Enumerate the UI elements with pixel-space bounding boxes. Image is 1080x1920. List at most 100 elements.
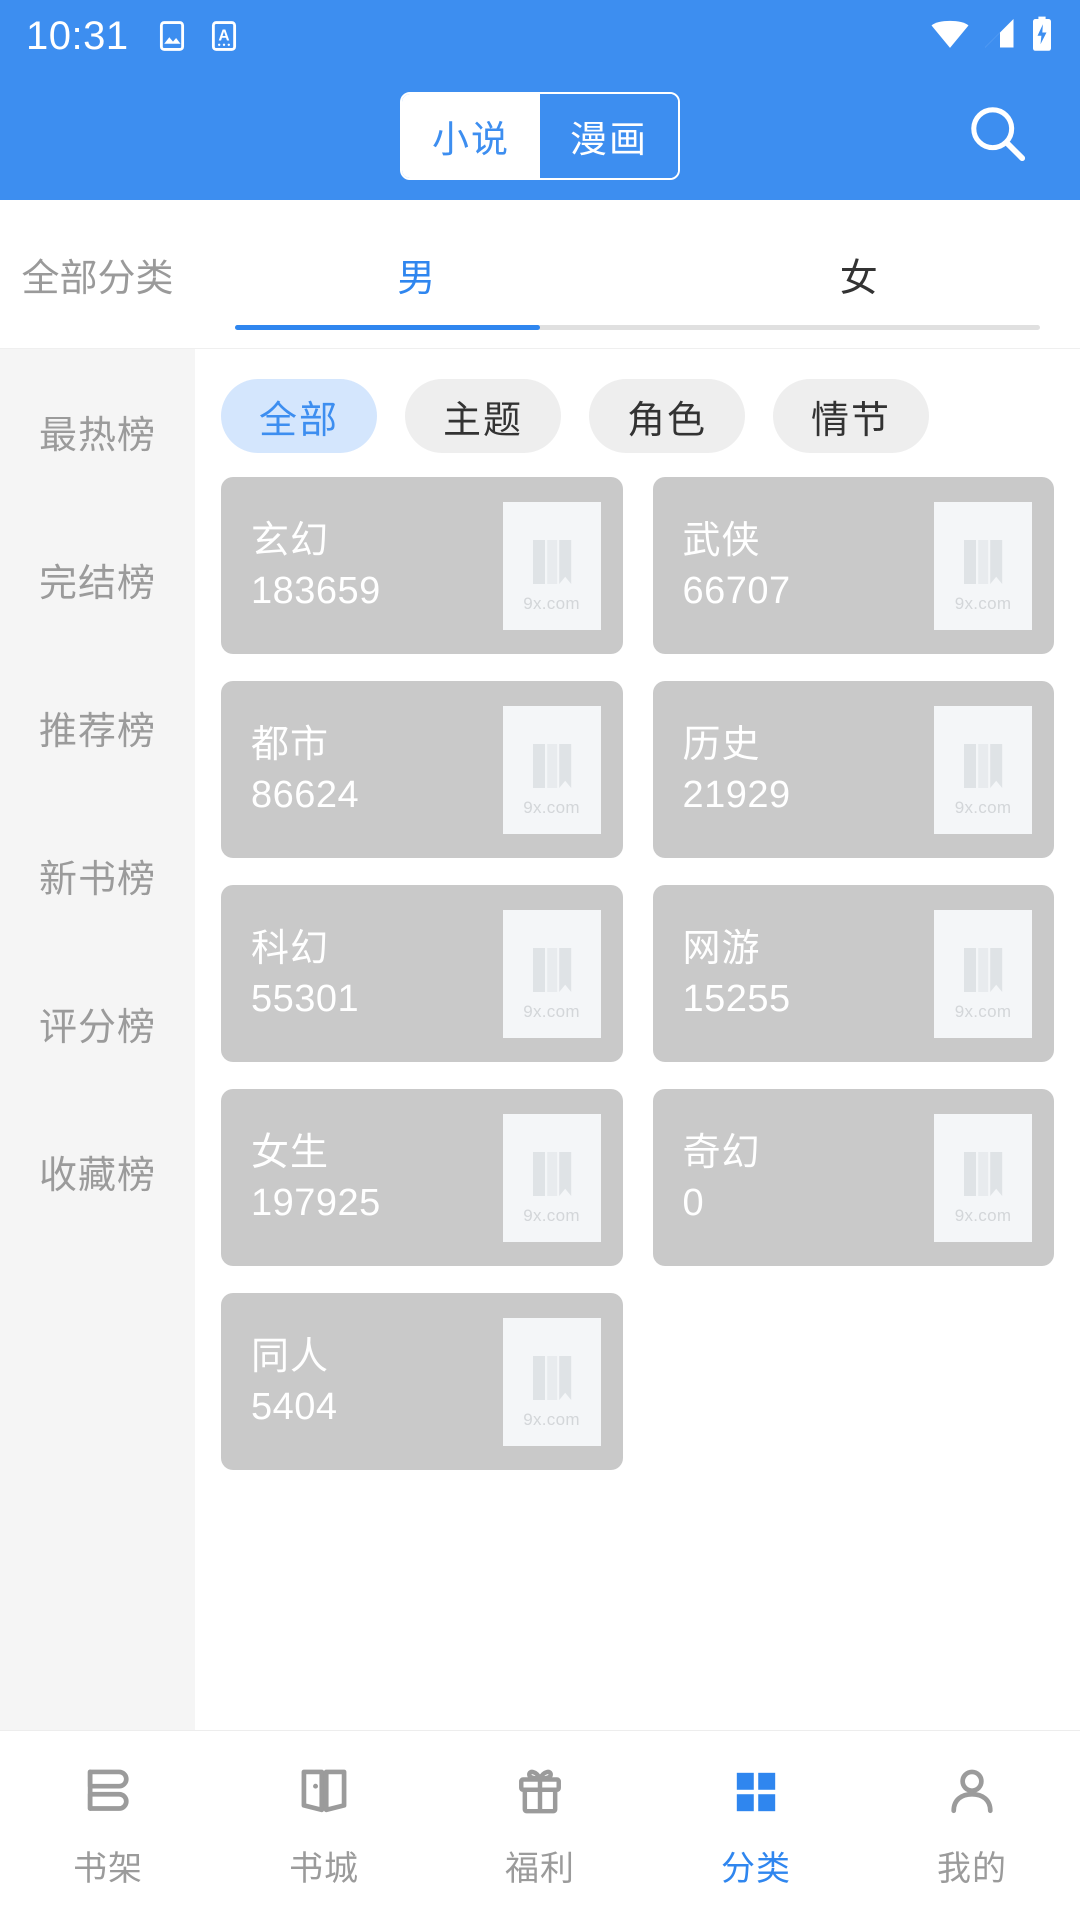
- category-card-name: 科幻: [251, 927, 330, 970]
- chip-all[interactable]: 全部: [221, 379, 378, 453]
- nav-label-bookshelf: 书架: [73, 1850, 143, 1888]
- search-icon: [965, 101, 1031, 172]
- chip-role[interactable]: 角色: [589, 379, 746, 453]
- tab-underline-indicator: [235, 325, 540, 330]
- category-card-name: 同人: [251, 1335, 330, 1378]
- nav-label-category: 分类: [721, 1850, 791, 1888]
- nav-label-bookstore: 书城: [289, 1850, 359, 1888]
- open-book-icon: [295, 1761, 353, 1823]
- nav-item-bookshelf[interactable]: 书架: [0, 1761, 216, 1890]
- category-card-text: 都市 86624: [251, 726, 359, 814]
- category-card-count: 66707: [682, 569, 791, 612]
- battery-charging-icon: [1030, 16, 1054, 57]
- thumbnail-watermark: 9x.com: [954, 1205, 1012, 1225]
- category-card-count: 197925: [251, 1181, 381, 1224]
- category-card-thumbnail: 9x.com: [934, 501, 1032, 630]
- app-root: 10:31 A 小说 漫画 全部分类 男 女 最热榜 完结榜 推荐榜 新书榜 评…: [0, 0, 1080, 1920]
- sidebar-item-new-books[interactable]: 新书榜: [0, 801, 195, 949]
- sidebar-item-favorites[interactable]: 收藏榜: [0, 1097, 195, 1245]
- font-a-icon: A: [207, 19, 241, 53]
- content-type-segmented-control[interactable]: 小说 漫画: [400, 92, 680, 180]
- category-card-thumbnail: 9x.com: [934, 909, 1032, 1038]
- nav-item-bookstore[interactable]: 书城: [216, 1761, 432, 1890]
- segment-novel[interactable]: 小说: [402, 94, 540, 178]
- category-card-count: 21929: [682, 773, 791, 816]
- category-card-fantasy[interactable]: 玄幻 183659 9x.com: [221, 477, 623, 654]
- image-icon: [155, 19, 189, 53]
- category-card-count: 86624: [251, 773, 360, 816]
- search-button[interactable]: [960, 98, 1036, 174]
- thumbnail-watermark: 9x.com: [523, 1001, 580, 1021]
- category-card-thumbnail: 9x.com: [502, 909, 601, 1038]
- sidebar-item-completed[interactable]: 完结榜: [0, 505, 195, 653]
- category-card-text: 科幻 55301: [251, 930, 359, 1018]
- category-card-female[interactable]: 女生 197925 9x.com: [221, 1089, 623, 1266]
- thumbnail-watermark: 9x.com: [523, 1409, 580, 1429]
- category-card-urban[interactable]: 都市 86624 9x.com: [221, 681, 623, 858]
- sidebar-item-rating[interactable]: 评分榜: [0, 949, 195, 1097]
- category-card-thumbnail: 9x.com: [502, 501, 601, 630]
- nav-label-welfare: 福利: [505, 1850, 575, 1888]
- category-card-thumbnail: 9x.com: [934, 705, 1032, 834]
- book-placeholder-icon: [532, 743, 571, 788]
- category-card-online-game[interactable]: 网游 15255 9x.com: [652, 885, 1054, 1062]
- sidebar-item-hottest[interactable]: 最热榜: [0, 357, 195, 505]
- category-card-grid: 玄幻 183659 9x.com 武侠 66707 9x.com 都市 86624 9x.com…: [221, 477, 1054, 1470]
- chip-plot[interactable]: 情节: [773, 379, 930, 453]
- chip-theme[interactable]: 主题: [405, 379, 562, 453]
- filter-chip-row: 全部 主题 角色 情节: [221, 349, 1054, 477]
- all-categories-label[interactable]: 全部分类: [0, 200, 195, 348]
- category-card-name: 历史: [682, 723, 761, 766]
- nav-item-welfare[interactable]: 福利: [432, 1761, 648, 1890]
- category-card-history[interactable]: 历史 21929 9x.com: [652, 681, 1054, 858]
- book-placeholder-icon: [964, 743, 1003, 788]
- person-icon: [943, 1761, 1001, 1823]
- book-placeholder-icon: [964, 539, 1003, 584]
- wifi-icon: [930, 17, 970, 56]
- nav-label-mine: 我的: [937, 1850, 1007, 1888]
- bookshelf-icon: [79, 1761, 137, 1823]
- ranking-sidebar[interactable]: 最热榜 完结榜 推荐榜 新书榜 评分榜 收藏榜: [0, 349, 195, 1730]
- category-card-scifi[interactable]: 科幻 55301 9x.com: [221, 885, 623, 1062]
- category-card-count: 0: [682, 1181, 705, 1224]
- category-card-count: 55301: [251, 977, 360, 1020]
- segment-comic[interactable]: 漫画: [540, 94, 678, 178]
- status-bar-clock: 10:31: [26, 14, 129, 58]
- category-card-name: 女生: [251, 1131, 330, 1174]
- category-card-text: 网游 15255: [683, 930, 791, 1018]
- category-card-name: 武侠: [682, 519, 761, 562]
- book-placeholder-icon: [964, 1151, 1003, 1196]
- category-card-text: 女生 197925: [251, 1134, 381, 1222]
- nav-item-category[interactable]: 分类: [648, 1761, 864, 1890]
- category-card-text: 奇幻 0: [683, 1134, 761, 1222]
- status-bar-system-icons: [930, 16, 1054, 57]
- category-card-count: 15255: [682, 977, 791, 1020]
- category-card-name: 都市: [251, 723, 330, 766]
- app-header: 小说 漫画: [0, 72, 1080, 200]
- category-card-thumbnail: 9x.com: [502, 705, 601, 834]
- thumbnail-watermark: 9x.com: [523, 1205, 580, 1225]
- category-card-mythic[interactable]: 奇幻 0 9x.com: [652, 1089, 1054, 1266]
- category-content: 全部 主题 角色 情节 玄幻 183659 9x.com 武侠 66707 9x.com 都…: [195, 349, 1080, 1730]
- status-bar-notification-icons: A: [155, 19, 241, 53]
- category-card-wuxia[interactable]: 武侠 66707 9x.com: [652, 477, 1054, 654]
- svg-text:A: A: [218, 27, 229, 44]
- category-card-thumbnail: 9x.com: [502, 1113, 601, 1242]
- category-card-name: 奇幻: [682, 1131, 761, 1174]
- gender-tabs: 男 女: [195, 200, 1080, 348]
- category-card-thumbnail: 9x.com: [502, 1317, 601, 1446]
- sidebar-item-recommended[interactable]: 推荐榜: [0, 653, 195, 801]
- grid-category-icon: [727, 1761, 785, 1823]
- category-card-fanfic[interactable]: 同人 5404 9x.com: [221, 1293, 623, 1470]
- tab-underline-track: [235, 325, 1040, 330]
- gift-icon: [511, 1761, 569, 1823]
- category-card-count: 183659: [251, 569, 381, 612]
- category-card-thumbnail: 9x.com: [934, 1113, 1032, 1242]
- category-card-text: 玄幻 183659: [251, 522, 381, 610]
- book-placeholder-icon: [532, 1151, 571, 1196]
- gender-tab-bar: 全部分类 男 女: [0, 200, 1080, 348]
- category-card-count: 5404: [251, 1385, 338, 1428]
- thumbnail-watermark: 9x.com: [523, 797, 580, 817]
- nav-item-mine[interactable]: 我的: [864, 1761, 1080, 1890]
- thumbnail-watermark: 9x.com: [954, 1001, 1012, 1021]
